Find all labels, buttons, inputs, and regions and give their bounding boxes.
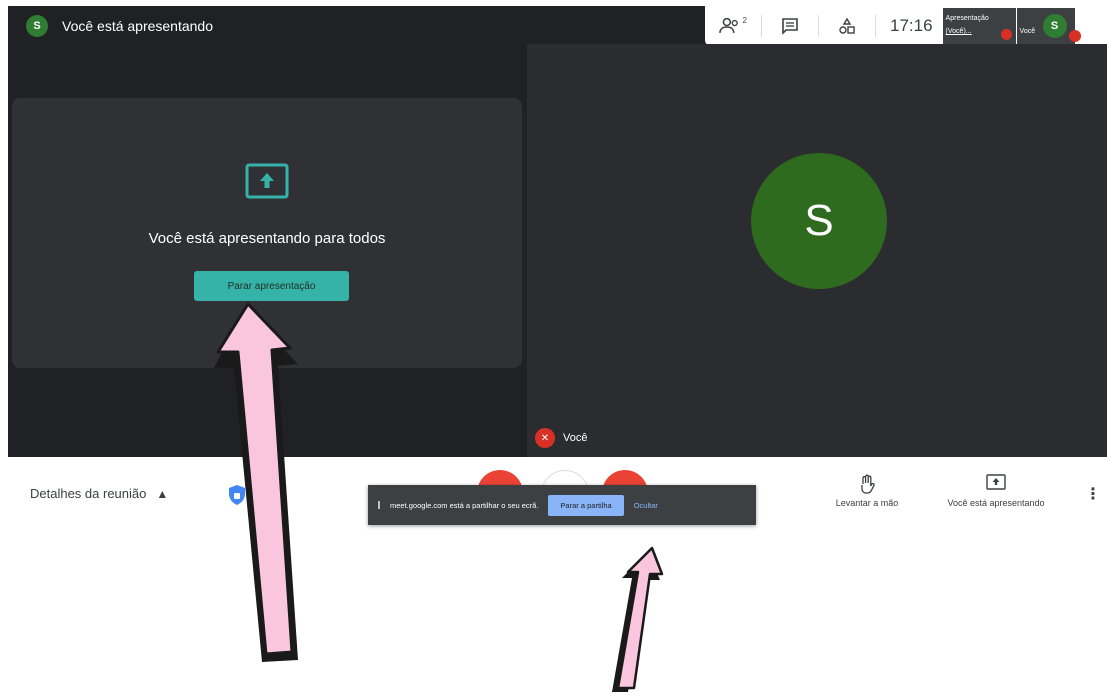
chat-icon[interactable]	[776, 12, 804, 40]
presentation-tile[interactable]: Apresentação (Você)...	[942, 8, 1016, 44]
avatar: S	[751, 153, 887, 289]
presentation-tile-label: Apresentação	[945, 15, 989, 22]
presenting-message: Você está apresentando para todos	[148, 230, 386, 247]
more-vert-icon[interactable]: ⋮	[1085, 484, 1101, 504]
clock: 17:16	[890, 16, 933, 35]
presenting-card: Você está apresentando para todos Parar …	[12, 98, 522, 368]
stop-presenting-button[interactable]: Parar apresentação	[194, 271, 349, 301]
meeting-details-label: Detalhes da reunião	[30, 486, 147, 501]
presenting-label: Você está apresentando	[947, 498, 1045, 508]
shield-icon[interactable]	[228, 484, 246, 506]
hide-button[interactable]: Ocultar	[634, 501, 658, 510]
share-notice-message: meet.google.com está a partilhar o seu e…	[390, 500, 539, 510]
arrow-to-stop-sharing	[612, 546, 664, 692]
avatar: S	[26, 15, 48, 37]
participant-name-tag: ✕ Você	[535, 428, 587, 448]
mic-off-icon	[1000, 29, 1012, 40]
meeting-stage: S Você está apresentando 2 17:16 Apresen…	[8, 6, 1107, 457]
presenter-banner: S Você está apresentando	[8, 6, 528, 46]
screen-share-notice: meet.google.com está a partilhar o seu e…	[368, 485, 756, 525]
self-tile-label: Você	[1019, 28, 1036, 35]
meeting-details-button[interactable]: Detalhes da reunião ▲	[30, 486, 168, 501]
people-icon[interactable]: 2	[719, 12, 747, 40]
present-now-button[interactable]: Você está apresentando	[928, 474, 1064, 508]
raise-hand-label: Levantar a mão	[835, 498, 899, 508]
divider	[761, 15, 762, 37]
participant-tile: S ✕ Você	[527, 44, 1107, 457]
top-toolbar: 2 17:16 Apresentação (Você)... Você S	[705, 6, 1107, 46]
stop-sharing-button[interactable]: Parar a partilha	[548, 494, 624, 516]
present-icon	[986, 474, 1006, 490]
people-count: 2	[742, 15, 747, 25]
raise-hand-button[interactable]: Levantar a mão	[822, 474, 912, 508]
chevron-up-icon: ▲	[156, 486, 169, 501]
raise-hand-icon	[861, 474, 875, 494]
presenter-title: Você está apresentando	[62, 18, 214, 34]
drag-handle-icon[interactable]	[378, 501, 384, 509]
mic-off-icon: ✕	[535, 428, 555, 448]
divider	[818, 15, 819, 37]
mic-off-icon	[1068, 30, 1081, 42]
divider	[875, 15, 876, 37]
avatar: S	[1042, 14, 1067, 38]
self-tile[interactable]: Você S	[1016, 8, 1081, 44]
activities-icon[interactable]	[833, 12, 861, 40]
presentation-tile-owner: (Você)...	[945, 28, 972, 35]
upload-screen-icon	[245, 163, 289, 199]
participant-name: Você	[563, 432, 588, 444]
